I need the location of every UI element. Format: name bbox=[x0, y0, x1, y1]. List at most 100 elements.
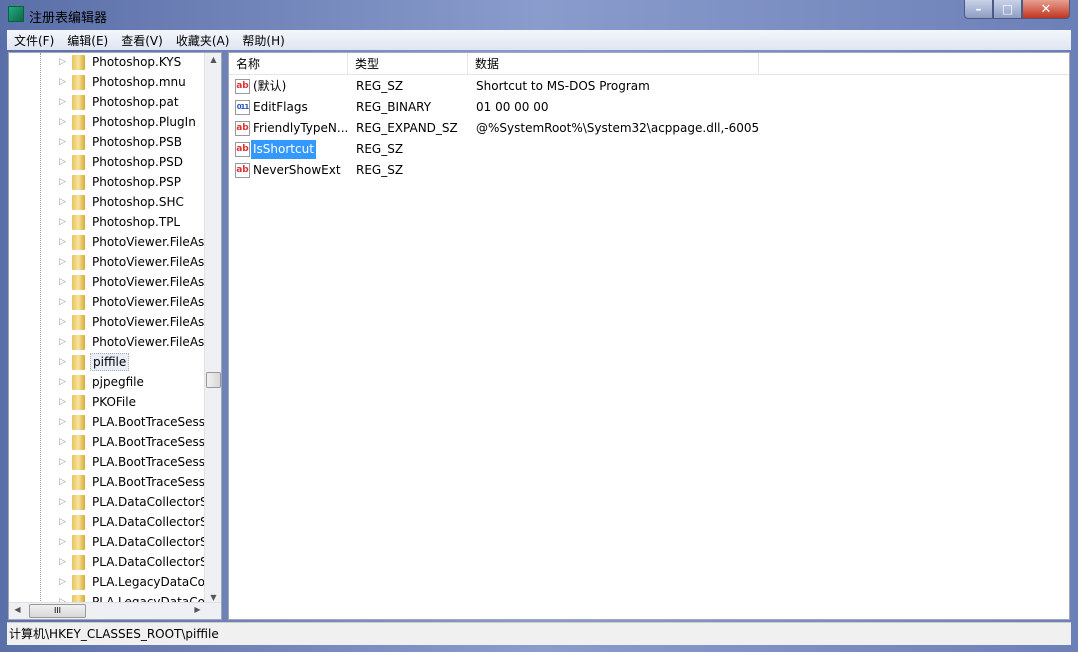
expand-arrow-icon[interactable]: ▷ bbox=[59, 377, 66, 387]
value-name: IsShortcut bbox=[251, 140, 316, 159]
expand-arrow-icon[interactable]: ▷ bbox=[59, 457, 66, 467]
tree-item[interactable]: ▷ Photoshop.pat bbox=[9, 92, 205, 112]
tree-item[interactable]: ▷ PKOFile bbox=[9, 392, 205, 412]
string-value-icon: ab bbox=[235, 121, 250, 136]
scroll-up-arrow-icon[interactable]: ▲ bbox=[205, 55, 221, 64]
tree-horizontal-scrollbar[interactable]: ◀ III ▶ bbox=[9, 602, 221, 619]
expand-arrow-icon[interactable]: ▷ bbox=[59, 137, 66, 147]
tree-item[interactable]: ▷ Photoshop.PSP bbox=[9, 172, 205, 192]
tree-item-label: Photoshop.SHC bbox=[92, 195, 184, 209]
folder-icon bbox=[72, 115, 85, 130]
expand-arrow-icon[interactable]: ▷ bbox=[59, 157, 66, 167]
expand-arrow-icon[interactable]: ▷ bbox=[59, 237, 66, 247]
expand-arrow-icon[interactable]: ▷ bbox=[59, 297, 66, 307]
binary-value-icon: 011 bbox=[235, 100, 250, 115]
title-bar: 注册表编辑器 – □ ✕ bbox=[0, 0, 1078, 30]
tree-vertical-scrollbar[interactable]: ▲ ▼ bbox=[204, 53, 221, 604]
scroll-down-arrow-icon[interactable]: ▼ bbox=[205, 593, 221, 602]
tree-item[interactable]: ▷ PLA.BootTraceSessi bbox=[9, 432, 208, 452]
menu-file[interactable]: 文件(F) bbox=[7, 32, 60, 49]
tree-item[interactable]: ▷ Photoshop.PSD bbox=[9, 152, 205, 172]
hscroll-thumb[interactable]: III bbox=[29, 604, 86, 618]
value-row[interactable]: 011 EditFlags REG_BINARY 01 00 00 00 bbox=[229, 97, 1069, 118]
tree-item-label: PhotoViewer.FileAss bbox=[92, 235, 211, 249]
expand-arrow-icon[interactable]: ▷ bbox=[59, 537, 66, 547]
expand-arrow-icon[interactable]: ▷ bbox=[59, 77, 66, 87]
expand-arrow-icon[interactable]: ▷ bbox=[59, 477, 66, 487]
expand-arrow-icon[interactable]: ▷ bbox=[59, 517, 66, 527]
tree-item[interactable]: ▷ Photoshop.KYS bbox=[9, 53, 205, 72]
tree-item[interactable]: ▷ PhotoViewer.FileAss bbox=[9, 232, 211, 252]
expand-arrow-icon[interactable]: ▷ bbox=[59, 337, 66, 347]
value-data: Shortcut to MS-DOS Program bbox=[476, 79, 650, 93]
expand-arrow-icon[interactable]: ▷ bbox=[59, 277, 66, 287]
expand-arrow-icon[interactable]: ▷ bbox=[59, 317, 66, 327]
tree-item[interactable]: ▷ Photoshop.TPL bbox=[9, 212, 205, 232]
tree-item[interactable]: ▷ piffile bbox=[9, 352, 205, 372]
value-row[interactable]: ab NeverShowExt REG_SZ bbox=[229, 160, 1069, 181]
values-list: 名称 类型 数据 ab (默认) REG_SZ Shortcut to MS-DOS … bbox=[228, 52, 1070, 620]
tree-item[interactable]: ▷ PLA.BootTraceSessi bbox=[9, 412, 208, 432]
expand-arrow-icon[interactable]: ▷ bbox=[59, 577, 66, 587]
expand-arrow-icon[interactable]: ▷ bbox=[59, 357, 66, 367]
tree-item[interactable]: ▷ PLA.BootTraceSessi bbox=[9, 472, 208, 492]
tree-item[interactable]: ▷ PLA.BootTraceSessi bbox=[9, 452, 208, 472]
folder-icon bbox=[72, 515, 85, 530]
expand-arrow-icon[interactable]: ▷ bbox=[59, 97, 66, 107]
folder-icon bbox=[72, 55, 85, 70]
tree-item[interactable]: ▷ Photoshop.SHC bbox=[9, 192, 205, 212]
expand-arrow-icon[interactable]: ▷ bbox=[59, 417, 66, 427]
folder-icon bbox=[72, 375, 85, 390]
tree-item[interactable]: ▷ Photoshop.PSB bbox=[9, 132, 205, 152]
column-header-name[interactable]: 名称 bbox=[229, 53, 348, 75]
menu-view[interactable]: 查看(V) bbox=[114, 32, 169, 49]
folder-icon bbox=[72, 255, 85, 270]
value-name: FriendlyTypeN... bbox=[253, 121, 349, 135]
menu-favorites[interactable]: 收藏夹(A) bbox=[169, 32, 236, 49]
tree-item[interactable]: ▷ PhotoViewer.FileAss bbox=[9, 252, 211, 272]
tree-item[interactable]: ▷ PhotoViewer.FileAss bbox=[9, 272, 211, 292]
list-header: 名称 类型 数据 bbox=[229, 53, 1069, 75]
expand-arrow-icon[interactable]: ▷ bbox=[59, 557, 66, 567]
tree-item[interactable]: ▷ Photoshop.mnu bbox=[9, 72, 205, 92]
expand-arrow-icon[interactable]: ▷ bbox=[59, 257, 66, 267]
expand-arrow-icon[interactable]: ▷ bbox=[59, 217, 66, 227]
menu-edit[interactable]: 编辑(E) bbox=[60, 32, 114, 49]
value-row[interactable]: ab (默认) REG_SZ Shortcut to MS-DOS Program bbox=[229, 76, 1069, 97]
tree-item[interactable]: ▷ Photoshop.PlugIn bbox=[9, 112, 205, 132]
expand-arrow-icon[interactable]: ▷ bbox=[59, 117, 66, 127]
tree-item[interactable]: ▷ PhotoViewer.FileAss bbox=[9, 312, 211, 332]
regedit-app-icon bbox=[8, 6, 24, 22]
close-button[interactable]: ✕ bbox=[1022, 0, 1070, 19]
expand-arrow-icon[interactable]: ▷ bbox=[59, 177, 66, 187]
tree-item[interactable]: ▷ pjpegfile bbox=[9, 372, 205, 392]
value-row[interactable]: ab IsShortcut REG_SZ bbox=[229, 139, 1069, 160]
tree-item[interactable]: ▷ PLA.DataCollectorSe bbox=[9, 532, 215, 552]
maximize-button[interactable]: □ bbox=[993, 0, 1022, 19]
expand-arrow-icon[interactable]: ▷ bbox=[59, 397, 66, 407]
tree-item[interactable]: ▷ PhotoViewer.FileAss bbox=[9, 292, 211, 312]
tree-item-label: PKOFile bbox=[92, 395, 136, 409]
column-header-type[interactable]: 类型 bbox=[348, 53, 468, 75]
menu-help[interactable]: 帮助(H) bbox=[235, 32, 290, 49]
scroll-right-arrow-icon[interactable]: ▶ bbox=[189, 605, 206, 614]
scroll-left-arrow-icon[interactable]: ◀ bbox=[9, 605, 26, 614]
expand-arrow-icon[interactable]: ▷ bbox=[59, 197, 66, 207]
tree-item[interactable]: ▷ PLA.DataCollectorSe bbox=[9, 552, 215, 572]
folder-icon bbox=[72, 215, 85, 230]
expand-arrow-icon[interactable]: ▷ bbox=[59, 497, 66, 507]
tree-item-label: Photoshop.TPL bbox=[92, 215, 181, 229]
tree-item[interactable]: ▷ PLA.DataCollectorSe bbox=[9, 492, 215, 512]
tree-item[interactable]: ▷ PhotoViewer.FileAss bbox=[9, 332, 211, 352]
column-header-data[interactable]: 数据 bbox=[468, 53, 759, 75]
tree-item[interactable]: ▷ PLA.LegacyDataColl bbox=[9, 572, 212, 592]
expand-arrow-icon[interactable]: ▷ bbox=[59, 437, 66, 447]
expand-arrow-icon[interactable]: ▷ bbox=[59, 57, 66, 67]
tree-item-label: Photoshop.KYS bbox=[92, 55, 182, 69]
folder-icon bbox=[72, 415, 85, 430]
folder-icon bbox=[72, 315, 85, 330]
tree-item[interactable]: ▷ PLA.DataCollectorSe bbox=[9, 512, 215, 532]
scroll-thumb[interactable] bbox=[206, 372, 221, 388]
minimize-button[interactable]: – bbox=[964, 0, 993, 19]
value-row[interactable]: ab FriendlyTypeN... REG_EXPAND_SZ @%SystemR… bbox=[229, 118, 1069, 139]
